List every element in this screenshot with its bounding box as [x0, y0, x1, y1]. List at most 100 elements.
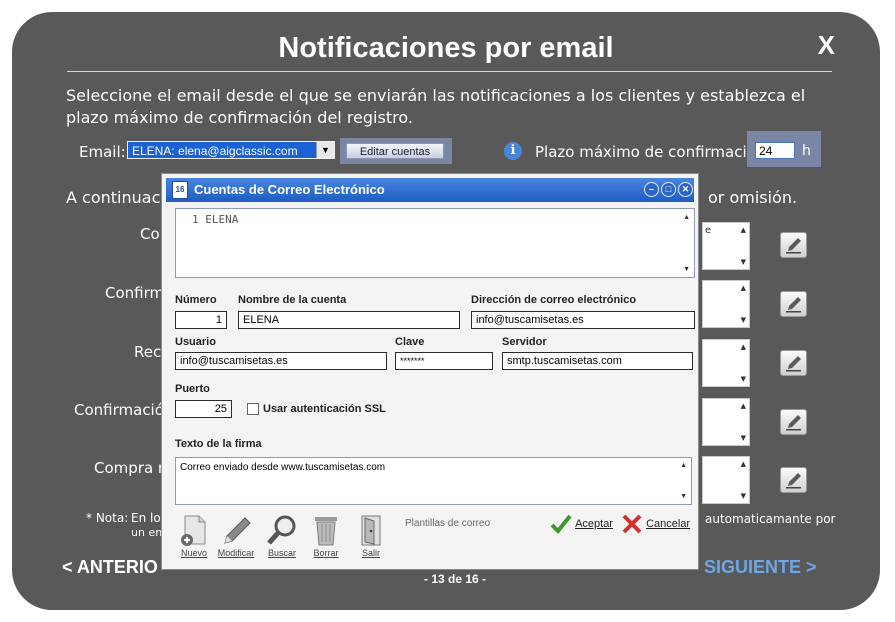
- delete-button[interactable]: Borrar: [305, 513, 347, 563]
- template-box-2[interactable]: ▲ ▼: [702, 280, 750, 328]
- plazo-label: Plazo máximo de confirmación: [535, 143, 766, 161]
- scroll-down-icon[interactable]: ▼: [680, 493, 687, 500]
- row-label-1: Co: [140, 225, 160, 243]
- accept-label: Aceptar: [575, 518, 613, 530]
- scroll-up-icon[interactable]: ▲: [741, 460, 746, 468]
- dialog-titlebar: 16 Cuentas de Correo Electrónico – □ ✕: [166, 178, 694, 202]
- close-icon[interactable]: ✕: [678, 182, 693, 197]
- pencil-icon: [786, 238, 801, 254]
- edit-template-button-3[interactable]: [780, 350, 807, 376]
- usuario-label: Usuario: [175, 336, 216, 348]
- modify-label: Modificar: [217, 548, 255, 558]
- note-text-2: un en: [131, 526, 163, 539]
- template-box-5[interactable]: ▲ ▼: [702, 456, 750, 504]
- list-item[interactable]: 1 ELENA: [192, 213, 238, 226]
- row-label-4: Confirmació: [74, 401, 164, 419]
- pencil-icon: [786, 473, 801, 489]
- search-label: Buscar: [267, 548, 296, 558]
- numero-field[interactable]: 1: [175, 311, 227, 329]
- scroll-down-icon[interactable]: ▼: [741, 258, 746, 266]
- plazo-unit: h: [802, 143, 811, 159]
- email-label: Email:: [79, 143, 126, 161]
- page-indicator: - 13 de 16 -: [424, 572, 487, 586]
- title-divider: [67, 71, 832, 72]
- template-box-3[interactable]: ▲ ▼: [702, 339, 750, 387]
- numero-label: Número: [175, 294, 217, 306]
- exit-label: Salir: [361, 548, 380, 558]
- modify-button[interactable]: Modificar: [215, 513, 257, 563]
- cancel-button[interactable]: Cancelar: [621, 513, 690, 537]
- search-button[interactable]: Buscar: [261, 513, 303, 563]
- email-accounts-dialog: 16 Cuentas de Correo Electrónico – □ ✕ 1…: [161, 173, 699, 570]
- scroll-up-icon[interactable]: ▲: [683, 214, 690, 221]
- template-fragment: e: [705, 225, 712, 236]
- edit-accounts-highlight: Editar cuentas: [340, 138, 452, 164]
- email-select-value: ELENA: elena@aigclassic.com: [132, 144, 298, 158]
- usuario-field[interactable]: info@tuscamisetas.es: [175, 352, 387, 370]
- cancel-label: Cancelar: [646, 518, 691, 530]
- scroll-down-icon[interactable]: ▼: [741, 316, 746, 324]
- row-label-2: Confirm: [105, 284, 165, 302]
- next-link[interactable]: SIGUIENTE >: [704, 557, 817, 578]
- new-document-icon: [181, 515, 206, 546]
- previous-link[interactable]: < ANTERIO: [62, 557, 158, 578]
- ssl-checkbox[interactable]: [247, 403, 259, 415]
- edit-template-button-4[interactable]: [780, 409, 807, 435]
- checkmark-icon: [550, 514, 572, 534]
- app-icon: 16: [172, 181, 188, 199]
- nombre-field[interactable]: ELENA: [238, 311, 460, 329]
- continuation-text-right: or omisión.: [708, 188, 798, 207]
- servidor-field[interactable]: smtp.tuscamisetas.com: [502, 352, 693, 370]
- direccion-field[interactable]: info@tuscamisetas.es: [471, 311, 695, 329]
- info-icon[interactable]: i: [504, 142, 522, 160]
- row-label-5: Compra r: [94, 459, 165, 477]
- edit-template-button-1[interactable]: [780, 232, 807, 258]
- intro-text: Seleccione el email desde el que se envi…: [66, 86, 806, 127]
- firma-textarea[interactable]: Correo enviado desde www.tuscamisetas.co…: [175, 457, 692, 505]
- maximize-icon[interactable]: □: [661, 182, 676, 197]
- nombre-label: Nombre de la cuenta: [238, 294, 347, 306]
- template-box-1[interactable]: e ▲ ▼: [702, 222, 750, 270]
- plazo-input[interactable]: 24: [755, 142, 795, 159]
- cross-icon: [622, 514, 642, 534]
- pencil-icon: [786, 356, 801, 372]
- scroll-up-icon[interactable]: ▲: [680, 462, 687, 469]
- puerto-label: Puerto: [175, 383, 210, 395]
- puerto-field[interactable]: 25: [175, 400, 232, 418]
- delete-label: Borrar: [313, 548, 339, 558]
- scroll-up-icon[interactable]: ▲: [741, 402, 746, 410]
- note-star: * Nota:: [86, 511, 129, 525]
- scroll-up-icon[interactable]: ▲: [741, 343, 746, 351]
- plazo-highlight: 24 h: [747, 131, 821, 167]
- scroll-down-icon[interactable]: ▼: [683, 266, 690, 273]
- pencil-icon: [786, 297, 801, 313]
- scroll-down-icon[interactable]: ▼: [741, 375, 746, 383]
- clave-label: Clave: [395, 336, 425, 348]
- exit-button[interactable]: Salir: [350, 513, 392, 563]
- accept-button[interactable]: Aceptar: [550, 513, 613, 537]
- scroll-down-icon[interactable]: ▼: [741, 492, 746, 500]
- new-button[interactable]: Nuevo: [173, 513, 215, 563]
- edit-template-button-5[interactable]: [780, 467, 807, 493]
- scroll-up-icon[interactable]: ▲: [741, 284, 746, 292]
- edit-accounts-button[interactable]: Editar cuentas: [346, 143, 444, 159]
- accounts-list[interactable]: 1 ELENA ▲ ▼: [175, 208, 695, 278]
- email-select[interactable]: ELENA: elena@aigclassic.com ▼: [127, 141, 335, 159]
- dialog-title: Cuentas de Correo Electrónico: [194, 182, 385, 197]
- firma-text: Correo enviado desde www.tuscamisetas.co…: [180, 462, 386, 473]
- new-label: Nuevo: [180, 548, 207, 558]
- magnifier-icon: [267, 515, 296, 545]
- template-box-4[interactable]: ▲ ▼: [702, 398, 750, 446]
- scroll-down-icon[interactable]: ▼: [741, 434, 746, 442]
- close-button[interactable]: X: [818, 30, 835, 61]
- note-text-right: automaticamante por: [705, 512, 836, 526]
- scroll-up-icon[interactable]: ▲: [741, 226, 746, 234]
- clave-field[interactable]: *******: [395, 352, 493, 370]
- templates-label: Plantillas de correo: [405, 518, 491, 529]
- chevron-down-icon[interactable]: ▼: [316, 142, 334, 158]
- edit-template-button-2[interactable]: [780, 291, 807, 317]
- firma-label: Texto de la firma: [175, 438, 262, 450]
- pencil-icon: [786, 415, 801, 431]
- continuation-text-left: A continuaci: [66, 188, 165, 207]
- minimize-icon[interactable]: –: [644, 182, 659, 197]
